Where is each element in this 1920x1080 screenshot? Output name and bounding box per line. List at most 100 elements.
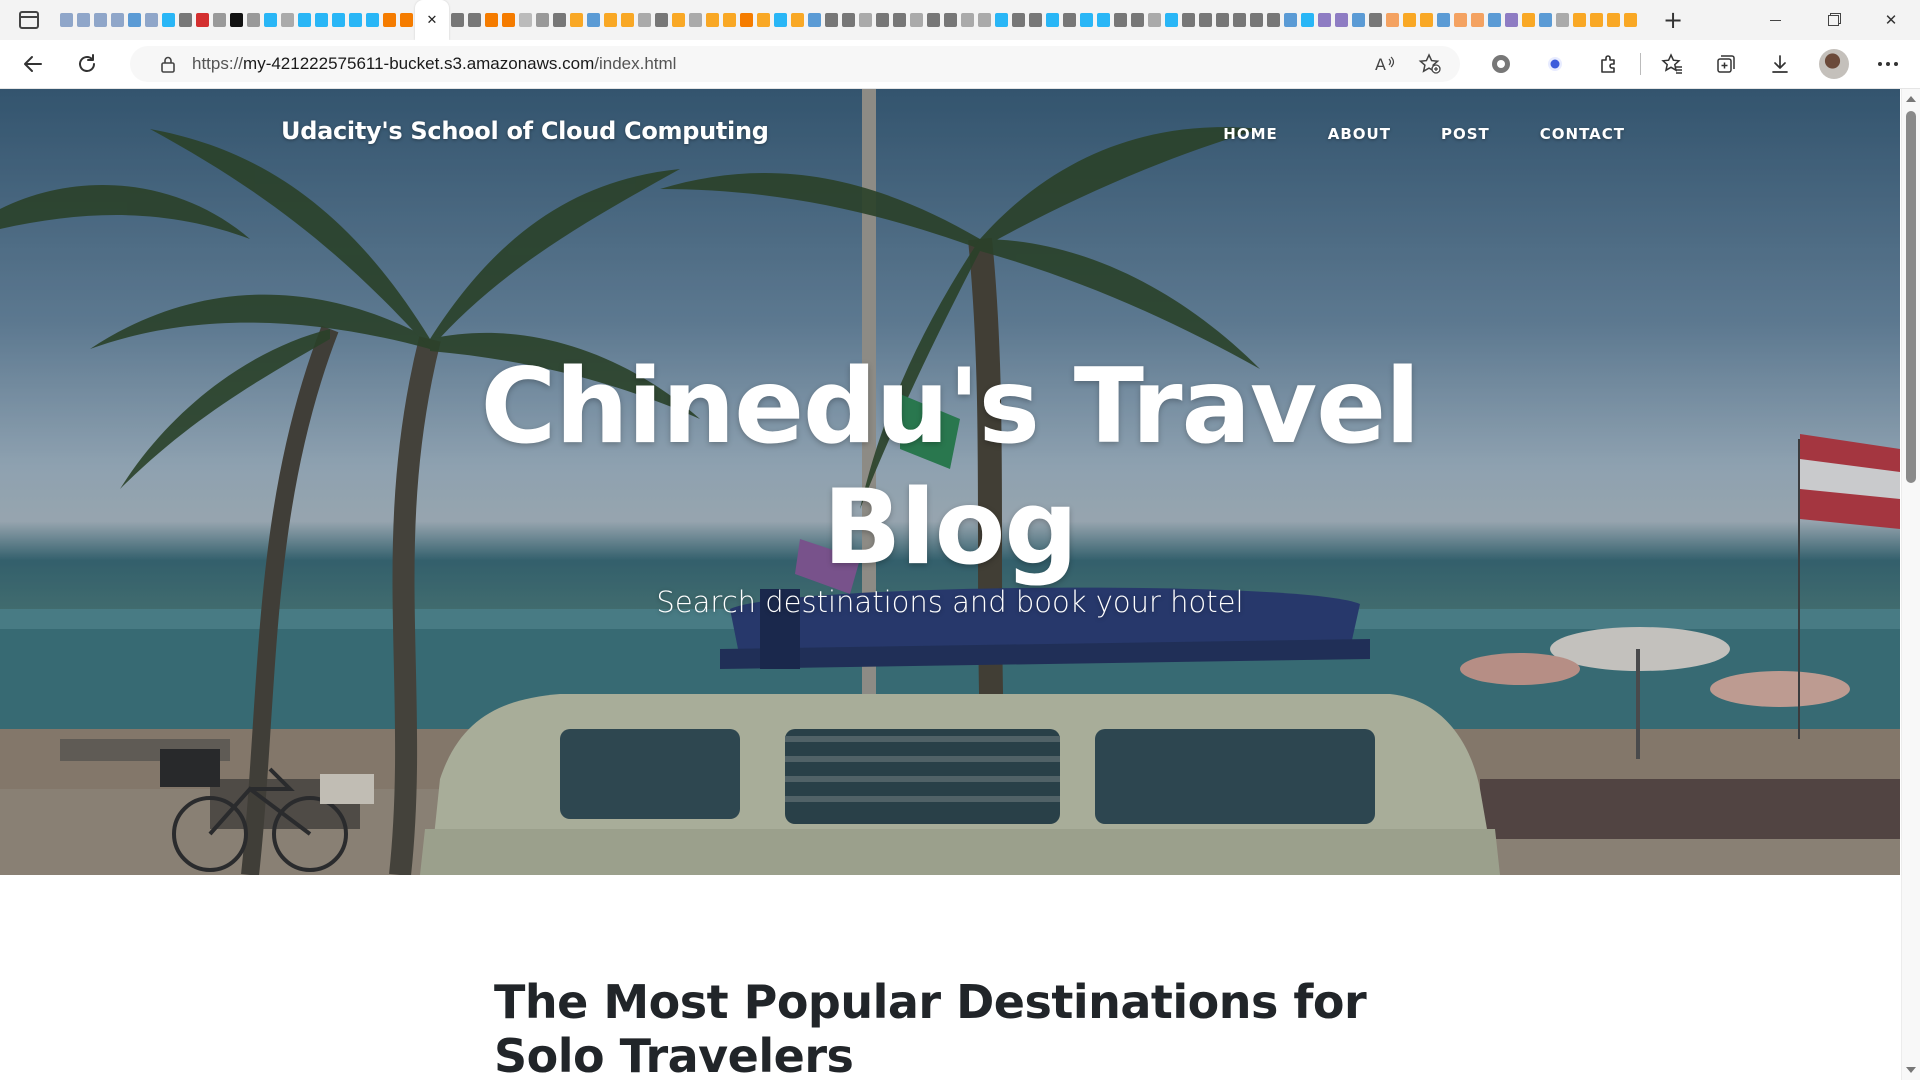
browser-tab[interactable]: [670, 7, 687, 33]
browser-tab[interactable]: [874, 7, 891, 33]
profile-button[interactable]: [1807, 44, 1861, 84]
browser-tab[interactable]: [194, 7, 211, 33]
post-preview-title[interactable]: The Most Popular Destinations for Solo T…: [494, 975, 1434, 1080]
browser-tab[interactable]: [925, 7, 942, 33]
browser-tab[interactable]: [1112, 7, 1129, 33]
nav-post-link[interactable]: POST: [1441, 125, 1490, 143]
browser-tab[interactable]: [1095, 7, 1112, 33]
browser-tab[interactable]: [755, 7, 772, 33]
browser-tab[interactable]: [1554, 7, 1571, 33]
browser-tab[interactable]: [517, 7, 534, 33]
settings-more-button[interactable]: [1861, 44, 1915, 84]
browser-tab[interactable]: [1537, 7, 1554, 33]
browser-tab[interactable]: [908, 7, 925, 33]
browser-tab[interactable]: [500, 7, 517, 33]
favorites-button[interactable]: [1645, 44, 1699, 84]
add-favorite-icon[interactable]: [1418, 53, 1442, 75]
close-tab-icon[interactable]: ✕: [427, 13, 438, 28]
browser-tab[interactable]: [126, 7, 143, 33]
browser-tab[interactable]: [942, 7, 959, 33]
browser-tab[interactable]: [1078, 7, 1095, 33]
nav-about-link[interactable]: ABOUT: [1328, 125, 1391, 143]
browser-tab[interactable]: [1163, 7, 1180, 33]
browser-tab[interactable]: [211, 7, 228, 33]
browser-tab[interactable]: [1010, 7, 1027, 33]
scroll-up-arrow-icon[interactable]: [1906, 96, 1916, 102]
browser-tab[interactable]: [806, 7, 823, 33]
extensions-button[interactable]: [1582, 44, 1636, 84]
browser-tab[interactable]: [347, 7, 364, 33]
active-browser-tab[interactable]: ✕: [415, 0, 449, 40]
scroll-thumb[interactable]: [1906, 111, 1916, 483]
browser-tab[interactable]: [483, 7, 500, 33]
extension-button-1[interactable]: [1474, 44, 1528, 84]
read-aloud-icon[interactable]: A: [1374, 54, 1396, 74]
browser-tab[interactable]: [687, 7, 704, 33]
browser-tab[interactable]: [296, 7, 313, 33]
extension-button-2[interactable]: [1528, 44, 1582, 84]
browser-tab[interactable]: [1401, 7, 1418, 33]
url-text[interactable]: https://my-421222575611-bucket.s3.amazon…: [192, 54, 676, 74]
lock-icon[interactable]: [154, 55, 182, 73]
browser-tab[interactable]: [1265, 7, 1282, 33]
page-scrollbar[interactable]: [1901, 89, 1920, 1080]
browser-tab[interactable]: [1129, 7, 1146, 33]
browser-tab[interactable]: [177, 7, 194, 33]
browser-tab[interactable]: [466, 7, 483, 33]
browser-tab[interactable]: [1469, 7, 1486, 33]
browser-tab[interactable]: [602, 7, 619, 33]
browser-tab[interactable]: [1146, 7, 1163, 33]
refresh-button[interactable]: [64, 44, 110, 84]
browser-tab[interactable]: [58, 7, 75, 33]
browser-tab[interactable]: [568, 7, 585, 33]
browser-tab[interactable]: [738, 7, 755, 33]
browser-tab[interactable]: [381, 7, 398, 33]
browser-tab[interactable]: [228, 7, 245, 33]
browser-tab[interactable]: [1180, 7, 1197, 33]
browser-tab[interactable]: [1333, 7, 1350, 33]
browser-tab[interactable]: [993, 7, 1010, 33]
browser-tab[interactable]: [1486, 7, 1503, 33]
browser-tab[interactable]: [245, 7, 262, 33]
new-tab-button[interactable]: +: [1653, 0, 1693, 40]
browser-tab[interactable]: [1044, 7, 1061, 33]
browser-tab[interactable]: [551, 7, 568, 33]
address-bar[interactable]: https://my-421222575611-bucket.s3.amazon…: [130, 46, 1460, 82]
browser-tab[interactable]: [891, 7, 908, 33]
browser-tab[interactable]: [704, 7, 721, 33]
browser-tab[interactable]: [398, 7, 415, 33]
browser-tab[interactable]: [1231, 7, 1248, 33]
browser-tab[interactable]: [1248, 7, 1265, 33]
browser-tab[interactable]: [143, 7, 160, 33]
scroll-down-arrow-icon[interactable]: [1906, 1067, 1916, 1073]
browser-tab[interactable]: [313, 7, 330, 33]
browser-tab[interactable]: [109, 7, 126, 33]
browser-tab[interactable]: [1588, 7, 1605, 33]
browser-tab[interactable]: [364, 7, 381, 33]
browser-tab[interactable]: [1367, 7, 1384, 33]
browser-tab[interactable]: [619, 7, 636, 33]
restore-button[interactable]: [1804, 0, 1862, 40]
browser-tab[interactable]: [1435, 7, 1452, 33]
browser-tab[interactable]: [262, 7, 279, 33]
browser-tab[interactable]: [636, 7, 653, 33]
browser-tab[interactable]: [1197, 7, 1214, 33]
browser-tab[interactable]: [653, 7, 670, 33]
browser-tab[interactable]: [721, 7, 738, 33]
browser-tab[interactable]: [1452, 7, 1469, 33]
browser-tab[interactable]: [840, 7, 857, 33]
browser-tab[interactable]: [585, 7, 602, 33]
browser-tab[interactable]: [449, 7, 466, 33]
browser-tab[interactable]: [279, 7, 296, 33]
browser-tab[interactable]: [1214, 7, 1231, 33]
browser-tab[interactable]: [1520, 7, 1537, 33]
browser-tab[interactable]: [1299, 7, 1316, 33]
browser-tab[interactable]: [1418, 7, 1435, 33]
tab-actions-menu-button[interactable]: [0, 0, 58, 40]
browser-tab[interactable]: [1622, 7, 1639, 33]
browser-tab[interactable]: [1061, 7, 1078, 33]
browser-tab[interactable]: [1350, 7, 1367, 33]
close-window-button[interactable]: ✕: [1862, 0, 1920, 40]
browser-tab[interactable]: [92, 7, 109, 33]
browser-tab[interactable]: [789, 7, 806, 33]
